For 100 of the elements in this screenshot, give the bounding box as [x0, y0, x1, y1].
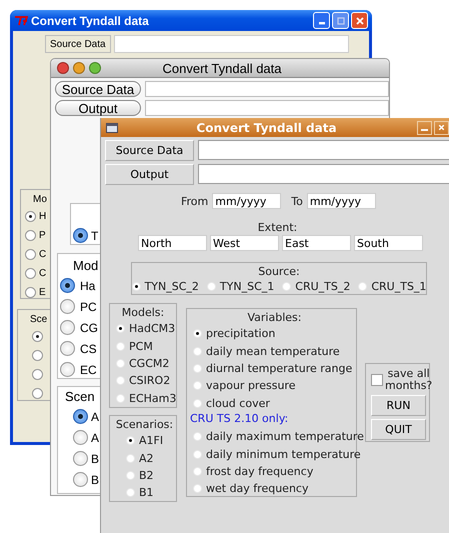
- option-label: TYN_SC_2: [144, 280, 199, 294]
- close-button[interactable]: [57, 62, 69, 74]
- extent-field[interactable]: East: [282, 235, 351, 251]
- output-field[interactable]: [198, 164, 449, 184]
- radio-button[interactable]: [73, 430, 88, 445]
- source-data-field[interactable]: [198, 140, 449, 160]
- option-label: CGCM2: [129, 356, 170, 370]
- minimize-button[interactable]: [73, 62, 85, 74]
- option-label: TYN_SC_1: [220, 280, 274, 294]
- checkbox[interactable]: [371, 374, 383, 386]
- option-label: CRU_TS_2: [295, 280, 350, 294]
- close-button[interactable]: [434, 120, 449, 134]
- radio-button[interactable]: [25, 268, 36, 279]
- action-button[interactable]: RUN: [371, 395, 426, 416]
- window-title: Convert Tyndall data: [31, 14, 150, 28]
- option-label: PC: [80, 300, 97, 314]
- option-label: C: [39, 249, 46, 260]
- minimize-icon: [318, 22, 324, 25]
- option-label: E: [39, 287, 46, 298]
- option-label: P: [39, 230, 46, 241]
- radio-button[interactable]: [25, 211, 36, 222]
- option-label: A: [91, 430, 100, 444]
- option-label: CS: [80, 342, 97, 356]
- option-label: B: [91, 472, 100, 486]
- group-title: Models:: [120, 306, 166, 319]
- extent-field[interactable]: South: [354, 235, 423, 251]
- radio-button[interactable]: [32, 369, 43, 380]
- radio-button[interactable]: [73, 409, 88, 424]
- source-data-button[interactable]: Source Data: [45, 35, 111, 53]
- option-label: PCM: [129, 340, 153, 353]
- radio-button[interactable]: [73, 472, 88, 487]
- close-icon: [437, 123, 446, 132]
- from-date-field[interactable]: mm/yyyy: [212, 193, 282, 209]
- radio-button[interactable]: [25, 287, 36, 298]
- radio-button[interactable]: [60, 299, 75, 314]
- group-title: Variables:: [246, 311, 302, 324]
- maximize-icon: [336, 16, 346, 26]
- option-label: A2: [139, 452, 154, 465]
- option-label: frost day frequency: [206, 464, 314, 478]
- group-title: Mod: [73, 258, 98, 273]
- option-label: B2: [139, 468, 154, 482]
- source-data-button[interactable]: Source Data: [105, 140, 194, 161]
- window-title: Convert Tyndall data: [162, 60, 282, 76]
- radio-button[interactable]: [60, 341, 75, 356]
- extent-field[interactable]: North: [138, 235, 207, 251]
- radio-button[interactable]: [25, 249, 36, 260]
- source-data-field[interactable]: [114, 35, 349, 53]
- note-label: CRU TS 2.10 only:: [190, 412, 290, 427]
- group-title: Sce: [30, 314, 48, 325]
- source-data-field[interactable]: [145, 81, 389, 97]
- group-title: Source:: [258, 265, 300, 278]
- option-label: cloud cover: [206, 396, 270, 410]
- extent-label: Extent:: [258, 221, 298, 234]
- group-title: Mo: [33, 194, 47, 205]
- option-label: daily maximum temperature: [206, 430, 364, 444]
- option-label: CG: [80, 320, 98, 334]
- option-label: H: [39, 211, 46, 222]
- option-label: daily minimum temperature: [206, 448, 361, 461]
- option-label: CSIRO2: [129, 374, 170, 388]
- action-button[interactable]: QUIT: [371, 419, 426, 440]
- radio-button[interactable]: [60, 278, 75, 293]
- option-label: ECHam3: [129, 392, 176, 405]
- minimize-button[interactable]: [417, 120, 432, 134]
- source-data-button[interactable]: Source Data: [55, 81, 141, 97]
- option-label: Ha: [80, 278, 96, 292]
- option-label: vapour pressure: [206, 379, 296, 392]
- minimize-icon: [421, 129, 428, 131]
- option-label: T: [91, 228, 98, 242]
- option-label: B1: [139, 486, 154, 500]
- output-button[interactable]: Output: [55, 100, 141, 116]
- option-label: diurnal temperature range: [206, 362, 352, 375]
- radio-button[interactable]: [32, 331, 43, 342]
- window-title: Convert Tyndall data: [195, 120, 338, 134]
- radio-button[interactable]: [73, 228, 88, 243]
- to-label: To: [291, 194, 303, 208]
- option-label: C: [39, 268, 46, 279]
- radio-button[interactable]: [73, 451, 88, 466]
- maximize-button[interactable]: [332, 12, 349, 29]
- option-label: A: [91, 410, 100, 424]
- radio-button[interactable]: [32, 388, 43, 399]
- to-date-field[interactable]: mm/yyyy: [306, 193, 376, 209]
- option-label: wet day frequency: [206, 482, 308, 496]
- group-title: Scenarios:: [114, 418, 174, 431]
- close-icon: [354, 16, 364, 26]
- extent-field[interactable]: West: [210, 235, 279, 251]
- radio-button[interactable]: [60, 362, 75, 377]
- option-label: daily mean temperature: [206, 344, 340, 358]
- zoom-button[interactable]: [89, 62, 101, 74]
- output-field[interactable]: [145, 100, 389, 116]
- radio-button[interactable]: [60, 320, 75, 335]
- option-label: EC: [80, 362, 97, 376]
- output-button[interactable]: Output: [105, 164, 194, 185]
- window-icon: [106, 122, 118, 132]
- option-label: CRU_TS_1: [371, 280, 426, 294]
- radio-button[interactable]: [32, 350, 43, 361]
- radio-button[interactable]: [25, 230, 36, 241]
- checkbox-label: save all months?: [385, 368, 432, 392]
- option-label: A1FI: [139, 434, 164, 448]
- option-label: B: [91, 452, 100, 466]
- option-label: HadCM3: [129, 322, 176, 336]
